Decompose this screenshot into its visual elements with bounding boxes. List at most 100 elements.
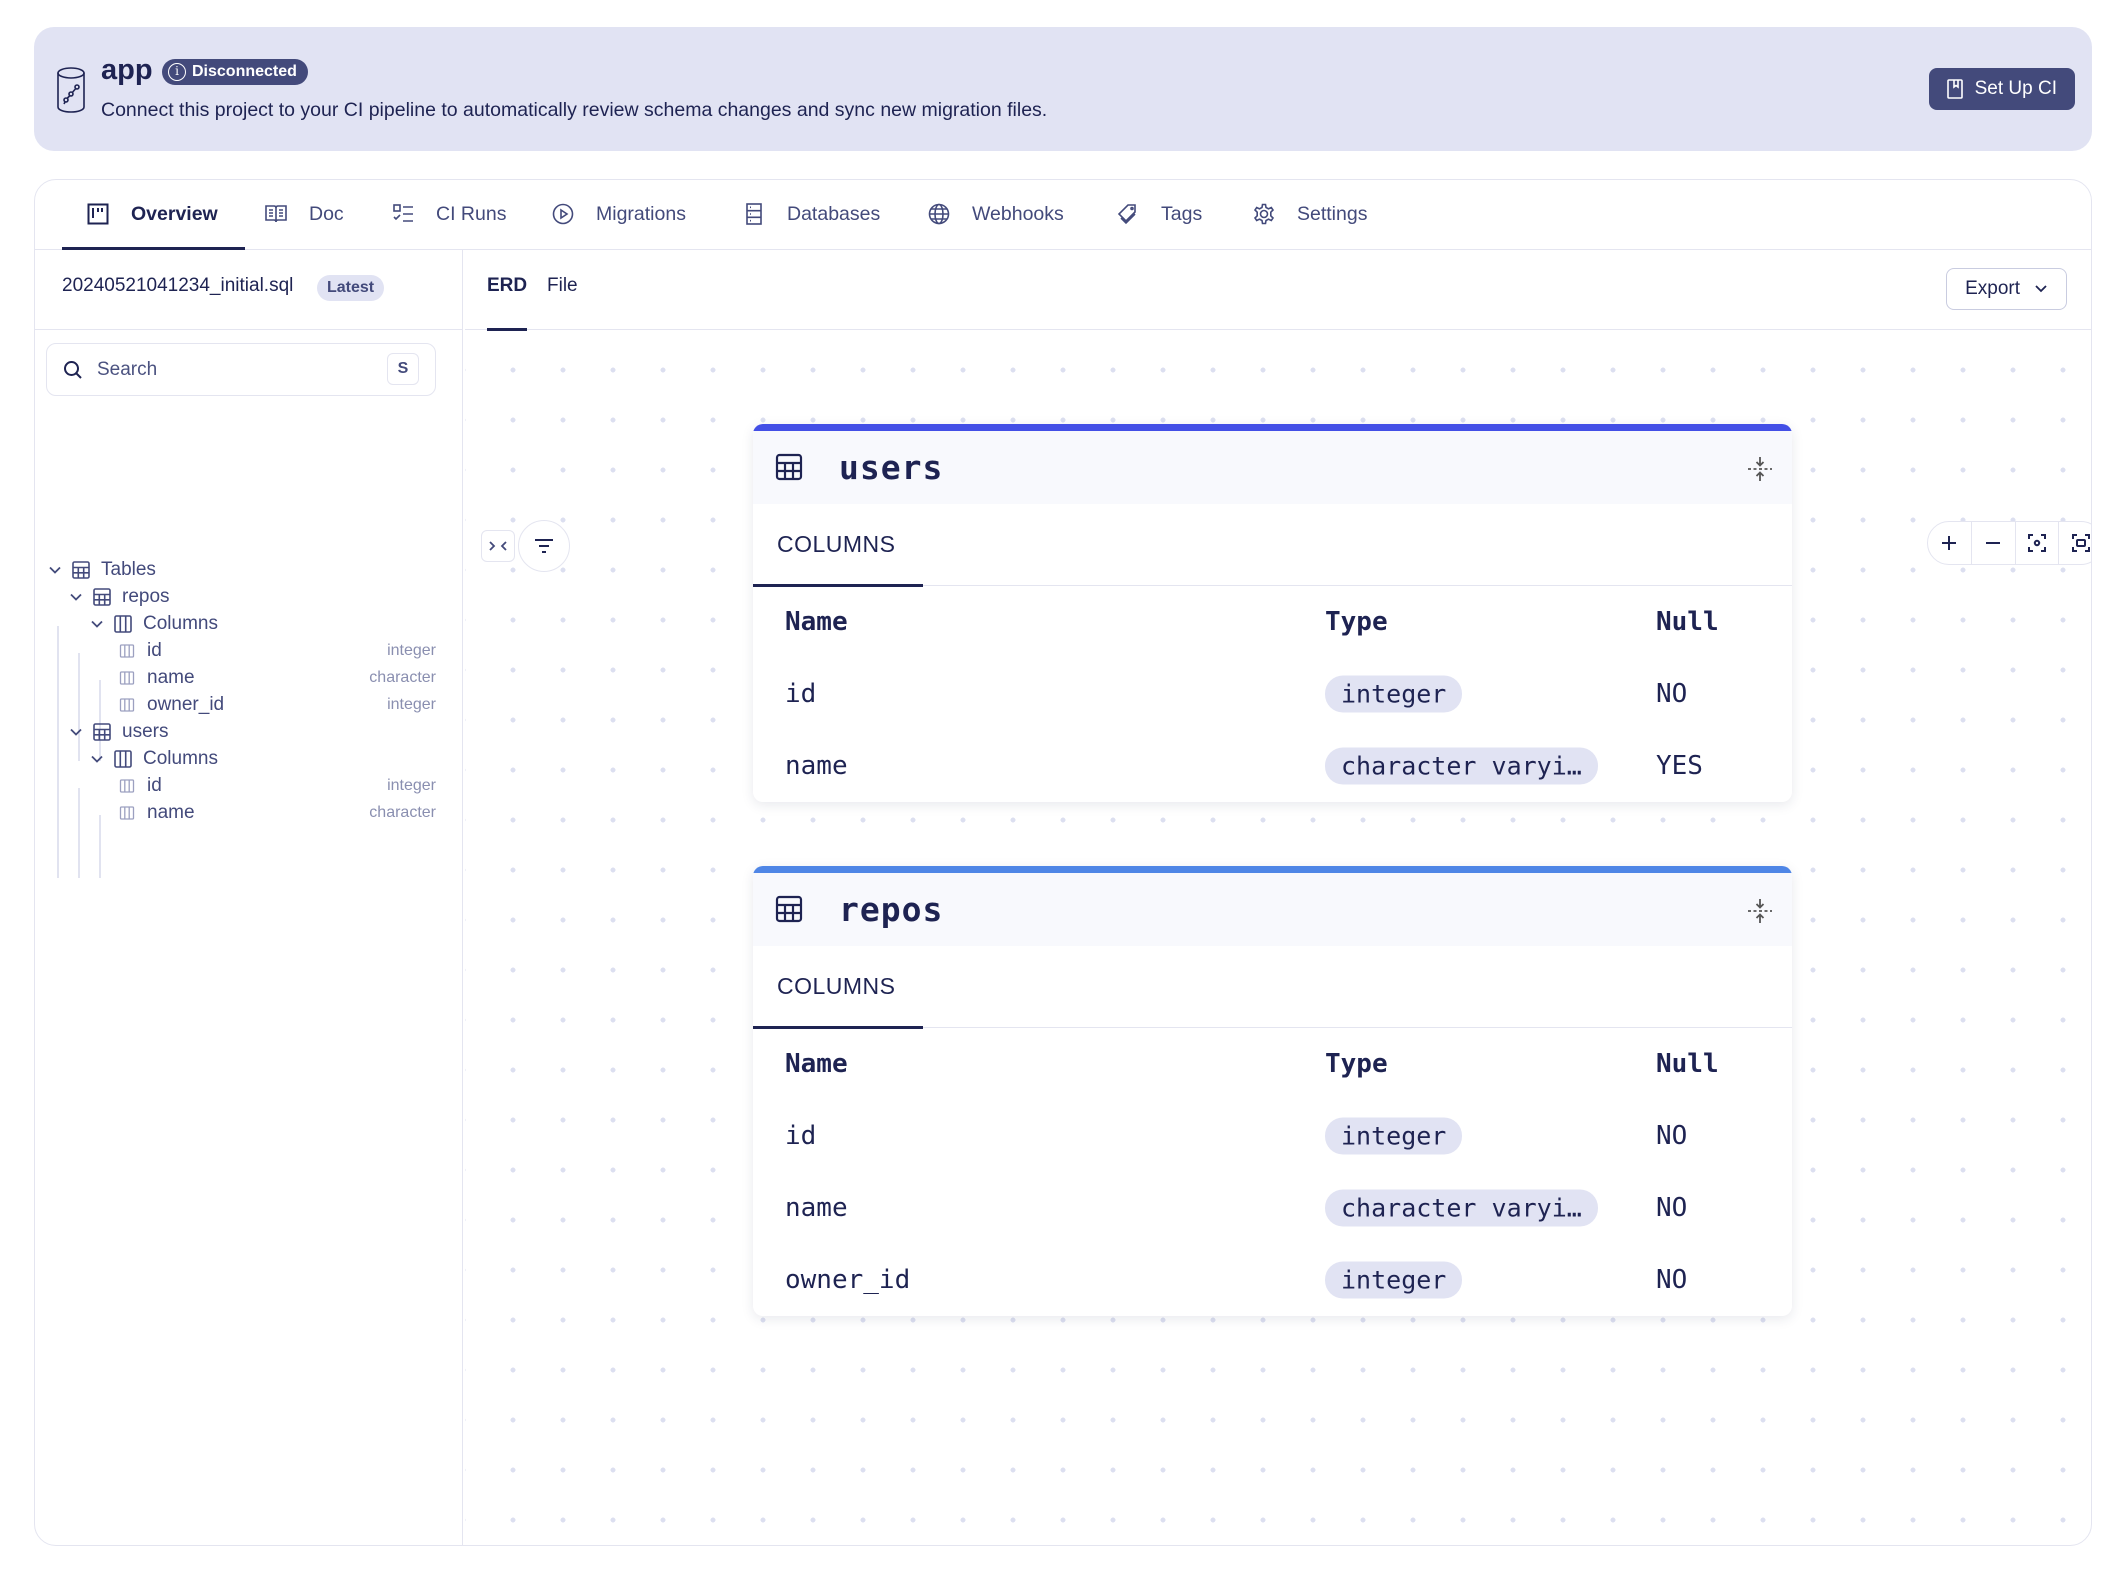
fit-view-button[interactable] — [2016, 522, 2060, 564]
tab-ci-runs[interactable]: CI Runs — [392, 180, 506, 248]
fullscreen-button[interactable] — [2059, 522, 2091, 564]
search-icon — [64, 360, 82, 379]
tab-doc[interactable]: Doc — [265, 180, 344, 248]
set-up-ci-button[interactable]: Set Up CI — [1928, 68, 2075, 110]
focus-icon — [2027, 534, 2046, 552]
tab-columns[interactable]: COLUMNS — [777, 531, 896, 558]
tree-column-name: name — [147, 666, 195, 688]
column-row[interactable]: id integer NO — [753, 1100, 1792, 1172]
chevron-down-icon — [91, 755, 103, 763]
tab-settings[interactable]: Settings — [1253, 180, 1367, 248]
column-icon — [119, 670, 135, 685]
migration-file-name[interactable]: 20240521041234_initial.sql — [62, 275, 293, 297]
column-nullable: NO — [1656, 1193, 1688, 1223]
column-row[interactable]: id integer NO — [753, 658, 1792, 730]
export-label: Export — [1965, 278, 2020, 299]
tree-column-type: character — [369, 803, 436, 821]
globe-icon — [928, 203, 950, 225]
collapse-vertical-icon[interactable] — [1746, 897, 1774, 925]
main-tab-bar: Overview Doc CI Runs Migrations Database… — [35, 180, 2091, 250]
tree-node-table-repos[interactable]: repos — [68, 583, 436, 610]
tree-node-column[interactable]: id integer — [115, 637, 436, 664]
export-dropdown[interactable]: Export — [1946, 268, 2067, 310]
tree-node-tables[interactable]: Tables — [47, 556, 436, 583]
column-nullable: YES — [1656, 751, 1703, 781]
column-nullable: NO — [1656, 679, 1688, 709]
tab-label: Webhooks — [972, 202, 1064, 225]
tree-node-column[interactable]: owner_id integer — [115, 691, 436, 718]
tab-webhooks[interactable]: Webhooks — [928, 180, 1064, 248]
search-input[interactable] — [97, 358, 367, 381]
collapse-vertical-icon[interactable] — [1746, 455, 1774, 483]
database-icon — [57, 67, 85, 113]
column-type-pill: integer — [1325, 675, 1463, 713]
tree-guide-line — [99, 815, 101, 878]
column-nullable: NO — [1656, 1265, 1688, 1295]
status-badge: i Disconnected — [162, 59, 308, 85]
table-accent-bar — [753, 866, 1792, 873]
tab-label: Databases — [787, 202, 881, 225]
table-accent-bar — [753, 424, 1792, 431]
table-name: repos — [839, 890, 944, 929]
tree-label: Columns — [143, 612, 218, 634]
column-row[interactable]: owner_id integer NO — [753, 1244, 1792, 1316]
column-type-pill: character varyi… — [1325, 747, 1598, 785]
columns-icon — [114, 749, 132, 768]
column-row[interactable]: name character varyi… YES — [753, 730, 1792, 802]
columns-table-header: Name Type Null — [753, 586, 1792, 658]
tags-icon — [1117, 204, 1136, 225]
tab-tags[interactable]: Tags — [1117, 180, 1202, 248]
tab-migrations[interactable]: Migrations — [552, 180, 686, 248]
tree-label: Tables — [101, 558, 156, 580]
erd-table-card-repos[interactable]: repos COLUMNS Name Type Null id integer NO name c… — [753, 866, 1792, 1316]
erd-table-card-users[interactable]: users COLUMNS Name Type Null id integer NO name c… — [753, 424, 1792, 802]
column-nullable: NO — [1656, 1121, 1688, 1151]
tab-columns[interactable]: COLUMNS — [777, 973, 896, 1000]
columns-icon — [114, 614, 132, 633]
tab-label: Settings — [1297, 202, 1368, 225]
ci-banner: app i Disconnected Connect this project … — [34, 27, 2092, 151]
subtab-file[interactable]: File — [547, 275, 578, 297]
subtab-erd[interactable]: ERD — [487, 275, 528, 331]
chevron-down-icon — [91, 620, 103, 628]
tree-node-columns[interactable]: Columns — [89, 745, 436, 772]
header-null: Null — [1656, 1049, 1719, 1079]
tree-column-name: id — [147, 774, 162, 796]
header-null: Null — [1656, 607, 1719, 637]
tree-column-name: name — [147, 801, 195, 823]
tree-node-column[interactable]: name character — [115, 799, 436, 826]
tree-column-name: owner_id — [147, 693, 225, 715]
tree-column-type: integer — [387, 641, 436, 659]
column-row[interactable]: name character varyi… NO — [753, 1172, 1792, 1244]
header-type: Type — [1325, 1049, 1388, 1079]
search-field[interactable]: S — [46, 343, 436, 396]
table-icon — [72, 560, 90, 579]
tree-node-table-users[interactable]: users — [68, 718, 436, 745]
filter-button[interactable] — [518, 520, 570, 572]
zoom-in-button[interactable] — [1928, 522, 1972, 564]
table-card-header: users — [753, 431, 1792, 504]
tree-column-type: integer — [387, 695, 436, 713]
table-icon — [775, 895, 803, 923]
status-badge-label: Disconnected — [192, 63, 297, 80]
tree-guide-line — [78, 788, 80, 878]
book-open-icon — [265, 205, 287, 223]
tree-node-column[interactable]: id integer — [115, 772, 436, 799]
tab-overview[interactable]: Overview — [62, 180, 245, 250]
chevron-down-icon — [70, 728, 82, 736]
chevron-down-icon — [2035, 285, 2047, 293]
search-shortcut-key: S — [387, 353, 419, 385]
tab-databases[interactable]: Databases — [743, 180, 880, 248]
header-type: Type — [1325, 607, 1388, 637]
collapse-sidebar-button[interactable] — [481, 530, 515, 562]
zoom-out-button[interactable] — [1972, 522, 2016, 564]
column-icon — [119, 805, 135, 820]
column-icon — [119, 643, 135, 658]
tree-node-column[interactable]: name character — [115, 664, 436, 691]
tab-label: CI Runs — [436, 202, 507, 225]
schema-sidebar: 20240521041234_initial.sql Latest S Tabl… — [35, 250, 463, 1545]
tree-node-columns[interactable]: Columns — [89, 610, 436, 637]
tree-guide-line — [57, 626, 59, 878]
tree-label: repos — [122, 585, 170, 607]
header-name: Name — [785, 607, 848, 637]
